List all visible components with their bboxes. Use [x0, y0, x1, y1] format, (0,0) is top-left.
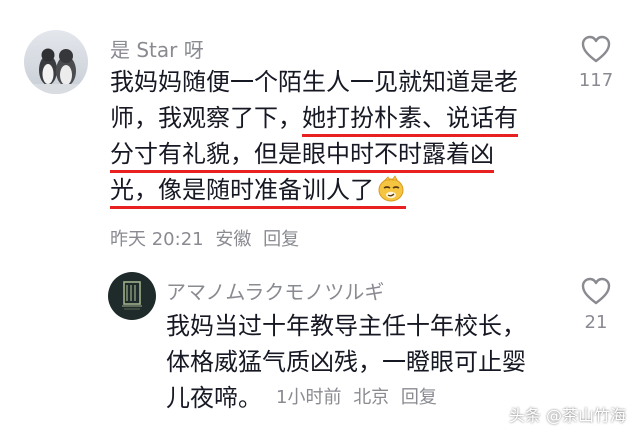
comment-line: 我妈妈随便一个陌生人一见就知道是老 [110, 68, 518, 96]
comment-location: 安徽 [215, 229, 252, 250]
comment-line: 光，像是随时准备训人了 [110, 172, 518, 209]
reply-button[interactable]: 回复 [401, 387, 437, 408]
avatar[interactable] [24, 30, 88, 94]
like-button[interactable]: 117 [574, 34, 618, 91]
reply-button[interactable]: 回复 [263, 229, 299, 250]
highlight-underline: 光，像是随时准备训人了 [110, 175, 406, 209]
watermark: 头条 @茶山竹海 [508, 406, 626, 425]
comment-meta: 昨天 20:21 安徽 回复 [110, 225, 305, 251]
comment-line-plain: 师，我观察了下， [110, 104, 302, 132]
comment-line: 体格威猛气质凶残，一瞪眼可止婴 [166, 348, 526, 376]
comment-text: 我妈当过十年教导主任十年校长， 体格威猛气质凶残，一瞪眼可止婴 儿夜啼。 1小时… [166, 308, 526, 416]
comment-line: 师，我观察了下，她打扮朴素、说话有 [110, 100, 518, 137]
highlight-underline: 分寸有礼貌，但是眼中时不时露着凶 [110, 140, 494, 173]
comment-time: 昨天 20:21 [110, 229, 204, 250]
comment-item: 是 Star 呀 我妈妈随便一个陌生人一见就知道是老 师，我观察了下，她打扮朴素… [0, 0, 640, 260]
comment-line-text: 光，像是随时准备训人了 [110, 176, 374, 204]
like-count: 117 [578, 70, 614, 91]
comment-line: 我妈当过十年教导主任十年校长， [166, 312, 526, 340]
comment-username[interactable]: 是 Star 呀 [110, 34, 204, 63]
comment-username[interactable]: アマノムラクモノツルギ [166, 276, 384, 305]
avatar[interactable] [108, 272, 156, 320]
comment-line-text: 儿夜啼。 [166, 384, 262, 412]
comment-line: 分寸有礼貌，但是眼中时不时露着凶 [110, 136, 518, 173]
comment-time: 1小时前 [276, 387, 342, 408]
comment-meta: 1小时前 北京 回复 [276, 380, 443, 416]
like-button[interactable]: 21 [574, 276, 618, 333]
like-count: 21 [584, 312, 608, 333]
comment-text: 我妈妈随便一个陌生人一见就知道是老 师，我观察了下，她打扮朴素、说话有 分寸有礼… [110, 64, 518, 209]
comment-line: 儿夜啼。 1小时前 北京 回复 [166, 380, 526, 416]
heart-icon [581, 277, 611, 305]
heart-icon [581, 35, 611, 63]
smirk-face-emoji-icon [376, 174, 406, 214]
highlight-underline: 她打扮朴素、说话有 [302, 104, 518, 137]
comment-location: 北京 [353, 387, 390, 408]
